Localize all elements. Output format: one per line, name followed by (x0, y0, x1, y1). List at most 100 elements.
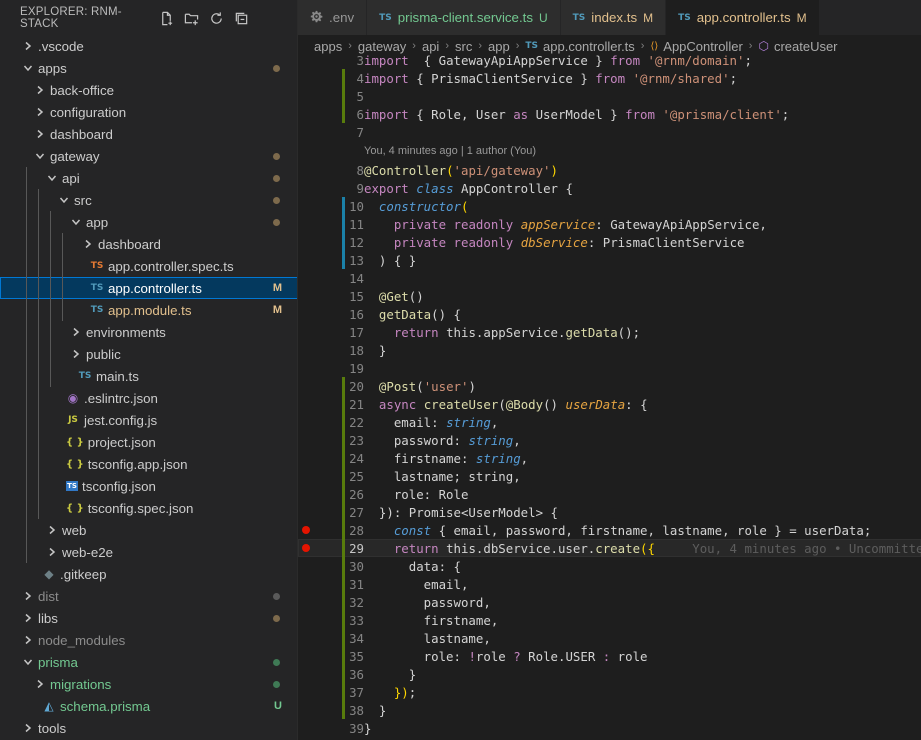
tree-item[interactable]: migrations (0, 673, 297, 695)
git-gutter-marker[interactable] (342, 233, 345, 251)
line-number[interactable]: 15 (298, 289, 364, 304)
git-gutter-marker[interactable] (342, 69, 345, 87)
chevron-right-icon[interactable] (68, 324, 84, 340)
git-gutter-marker[interactable] (342, 105, 345, 123)
line-number[interactable]: 22 (298, 415, 364, 430)
tree-item[interactable]: api (0, 167, 297, 189)
git-gutter-marker[interactable] (342, 665, 345, 683)
line-number[interactable]: 5 (298, 89, 364, 104)
git-gutter-marker[interactable] (342, 215, 345, 233)
line-number[interactable]: 14 (298, 271, 364, 286)
chevron-right-icon[interactable] (20, 720, 36, 736)
chevron-down-icon[interactable] (68, 214, 84, 230)
chevron-down-icon[interactable] (56, 192, 72, 208)
chevron-right-icon[interactable] (80, 236, 96, 252)
line-number[interactable]: 12 (298, 235, 364, 250)
tree-item[interactable]: src (0, 189, 297, 211)
git-gutter-marker[interactable] (342, 395, 345, 413)
chevron-right-icon[interactable] (20, 588, 36, 604)
git-gutter-marker[interactable] (342, 413, 345, 431)
chevron-down-icon[interactable] (44, 170, 60, 186)
line-number[interactable]: 4 (298, 71, 364, 86)
editor-tab[interactable]: .env (298, 0, 368, 35)
new-folder-icon[interactable] (183, 10, 199, 26)
tree-item[interactable]: gateway (0, 145, 297, 167)
line-number[interactable]: 8 (298, 163, 364, 178)
chevron-down-icon[interactable] (32, 148, 48, 164)
git-gutter-marker[interactable] (342, 629, 345, 647)
chevron-right-icon[interactable] (32, 82, 48, 98)
git-gutter-marker[interactable] (342, 701, 345, 719)
tree-item[interactable]: JS jest.config.js (0, 409, 297, 431)
git-gutter-marker[interactable] (342, 521, 345, 539)
line-number[interactable]: 13 (298, 253, 364, 268)
tree-item[interactable]: libs (0, 607, 297, 629)
git-gutter-marker[interactable] (342, 251, 345, 269)
tree-item[interactable]: prisma (0, 651, 297, 673)
line-number[interactable]: 33 (298, 613, 364, 628)
tree-item[interactable]: app (0, 211, 297, 233)
line-number[interactable]: 16 (298, 307, 364, 322)
line-number[interactable]: 34 (298, 631, 364, 646)
tree-item[interactable]: configuration (0, 101, 297, 123)
git-gutter-marker[interactable] (342, 197, 345, 215)
tree-item[interactable]: public (0, 343, 297, 365)
git-gutter-marker[interactable] (342, 539, 345, 557)
line-number[interactable]: 9 (298, 181, 364, 196)
editor-tab[interactable]: TS index.ts M (560, 0, 667, 35)
refresh-icon[interactable] (208, 10, 224, 26)
git-gutter-marker[interactable] (342, 485, 345, 503)
code-editor[interactable]: 3 import { GatewayApiAppService } from '@… (298, 53, 921, 740)
codelens-blame[interactable]: You, 4 minutes ago | 1 author (You) (364, 142, 536, 160)
chevron-right-icon[interactable] (44, 522, 60, 538)
chevron-right-icon[interactable] (20, 632, 36, 648)
line-number[interactable]: 26 (298, 487, 364, 502)
line-number[interactable]: 36 (298, 667, 364, 682)
line-number[interactable]: 38 (298, 703, 364, 718)
breakpoint-icon[interactable] (302, 526, 310, 534)
git-gutter-marker[interactable] (342, 467, 345, 485)
editor-tab[interactable]: TS app.controller.ts M (666, 0, 820, 35)
tree-item[interactable]: back-office (0, 79, 297, 101)
line-number[interactable]: 27 (298, 505, 364, 520)
git-gutter-marker[interactable] (342, 431, 345, 449)
collapse-all-icon[interactable] (233, 10, 249, 26)
line-number[interactable]: 21 (298, 397, 364, 412)
tree-item[interactable]: web-e2e (0, 541, 297, 563)
git-gutter-marker[interactable] (342, 575, 345, 593)
line-number[interactable]: 23 (298, 433, 364, 448)
line-number[interactable]: 18 (298, 343, 364, 358)
tree-item[interactable]: dashboard (0, 233, 297, 255)
git-gutter-marker[interactable] (342, 647, 345, 665)
tree-item[interactable]: ◉ .eslintrc.json (0, 387, 297, 409)
chevron-right-icon[interactable] (20, 38, 36, 54)
git-gutter-marker[interactable] (342, 87, 345, 105)
chevron-down-icon[interactable] (20, 654, 36, 670)
chevron-right-icon[interactable] (32, 676, 48, 692)
git-gutter-marker[interactable] (342, 449, 345, 467)
line-number[interactable]: 10 (298, 199, 364, 214)
new-file-icon[interactable] (158, 10, 174, 26)
tree-item[interactable]: TS tsconfig.json (0, 475, 297, 497)
breakpoint-icon[interactable] (302, 544, 310, 552)
chevron-right-icon[interactable] (32, 104, 48, 120)
git-gutter-marker[interactable] (342, 503, 345, 521)
tree-item[interactable]: { } project.json (0, 431, 297, 453)
git-gutter-marker[interactable] (342, 377, 345, 395)
line-number[interactable]: 30 (298, 559, 364, 574)
tree-item[interactable]: .vscode (0, 35, 297, 57)
git-gutter-marker[interactable] (342, 593, 345, 611)
git-gutter-marker[interactable] (342, 611, 345, 629)
line-number[interactable]: 17 (298, 325, 364, 340)
line-number[interactable]: 19 (298, 361, 364, 376)
line-number[interactable]: 11 (298, 217, 364, 232)
tree-item[interactable]: TS app.module.ts M (0, 299, 297, 321)
line-number[interactable]: 7 (298, 125, 364, 140)
editor-tab[interactable]: TS prisma-client.service.ts U (367, 0, 561, 35)
tree-item[interactable]: dist (0, 585, 297, 607)
line-number[interactable]: 25 (298, 469, 364, 484)
line-number[interactable]: 3 (298, 53, 364, 68)
tree-item[interactable]: TS main.ts (0, 365, 297, 387)
tree-item[interactable]: apps (0, 57, 297, 79)
tree-item[interactable]: node_modules (0, 629, 297, 651)
